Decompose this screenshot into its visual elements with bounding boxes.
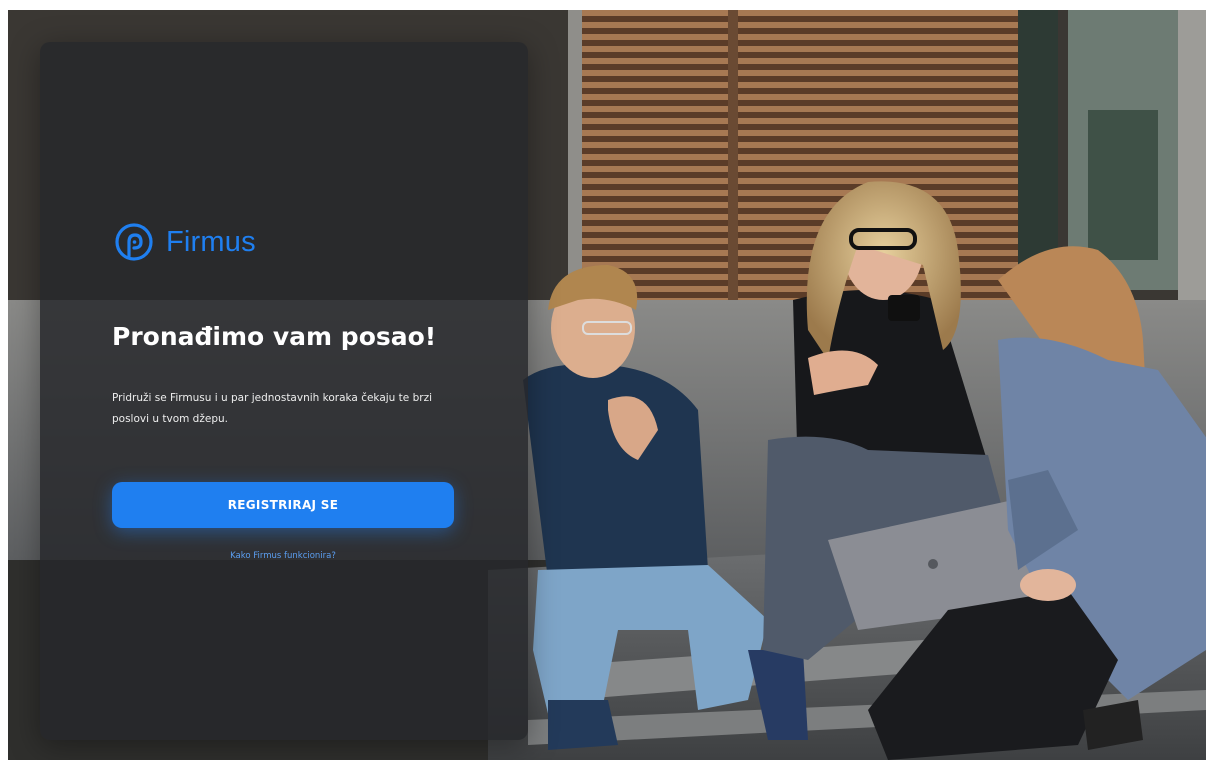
brand-logo: Firmus — [112, 220, 256, 264]
brand-name: Firmus — [166, 225, 256, 258]
page-description: Pridruži se Firmusu i u par jednostavnih… — [112, 392, 432, 425]
how-it-works-link[interactable]: Kako Firmus funkcionira? — [112, 551, 454, 561]
page-title: Pronađimo vam posao! — [112, 322, 437, 351]
landing-screen: Firmus Pronađimo vam posao! Pridruži se … — [8, 10, 1206, 760]
firmus-logo-icon — [115, 223, 153, 261]
register-button[interactable]: REGISTRIRAJ SE — [112, 482, 454, 528]
signup-panel: Firmus Pronađimo vam posao! Pridruži se … — [40, 42, 528, 740]
